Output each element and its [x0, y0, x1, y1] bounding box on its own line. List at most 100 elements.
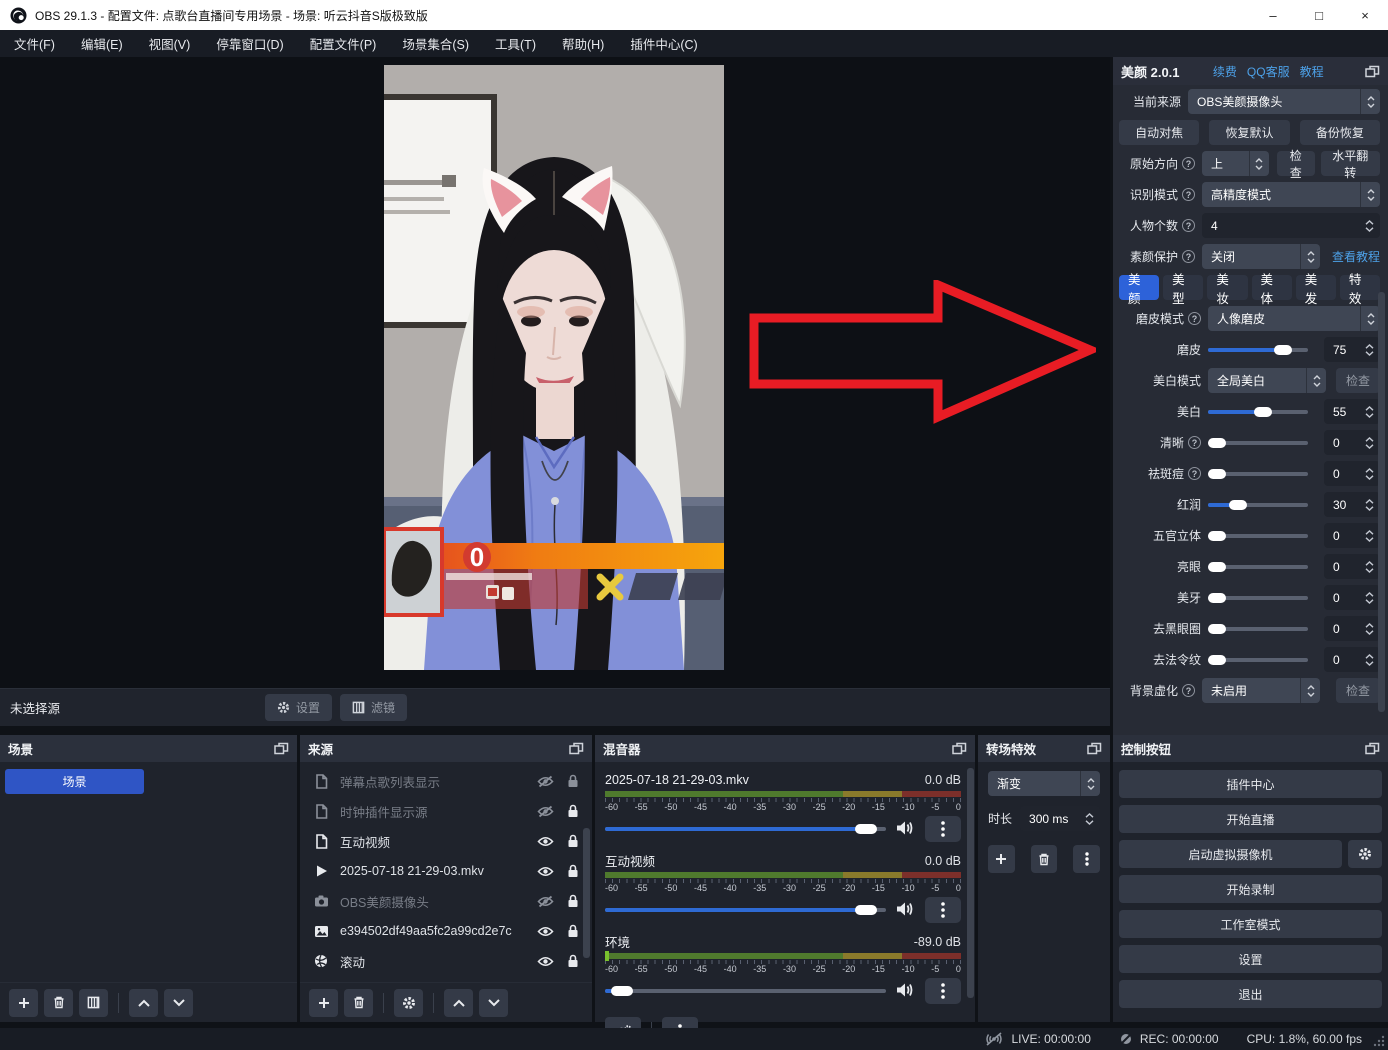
scene-filters-button[interactable]: [79, 989, 108, 1017]
lock-icon[interactable]: [564, 774, 582, 788]
bright-eyes-slider[interactable]: [1208, 560, 1308, 574]
people-count-spinbox[interactable]: 4: [1202, 213, 1380, 238]
bg-blur-check-button[interactable]: 检查: [1336, 678, 1380, 703]
lock-icon[interactable]: [564, 804, 582, 818]
contour-value-spinbox[interactable]: 0: [1324, 523, 1380, 548]
help-icon[interactable]: ?: [1182, 684, 1195, 697]
mixer-channel-menu-button[interactable]: [925, 816, 961, 842]
blemish-value-spinbox[interactable]: 0: [1324, 461, 1380, 486]
eye-icon[interactable]: [536, 835, 554, 848]
nasolabial-slider[interactable]: [1208, 653, 1308, 667]
help-icon[interactable]: ?: [1182, 188, 1195, 201]
smooth-mode-dropdown[interactable]: 人像磨皮: [1208, 306, 1380, 331]
popout-icon[interactable]: [1087, 742, 1102, 755]
start-streaming-button[interactable]: 开始直播: [1119, 805, 1382, 833]
eye-slash-icon[interactable]: [536, 805, 554, 818]
source-filters-button[interactable]: 滤镜: [340, 694, 407, 721]
source-row[interactable]: OBS美颜摄像头: [300, 886, 592, 916]
speaker-icon[interactable]: [896, 982, 915, 1001]
remove-scene-button[interactable]: [44, 989, 73, 1017]
lock-icon[interactable]: [564, 864, 582, 878]
menu-plugin-center[interactable]: 插件中心(C): [630, 34, 697, 53]
clarity-value-spinbox[interactable]: 0: [1324, 430, 1380, 455]
backup-restore-button[interactable]: 备份恢复: [1300, 120, 1380, 145]
tab-beauty[interactable]: 美颜: [1119, 275, 1159, 300]
current-source-dropdown[interactable]: OBS美颜摄像头: [1188, 89, 1380, 114]
help-icon[interactable]: ?: [1182, 219, 1195, 232]
volume-slider[interactable]: [605, 822, 886, 836]
chevron-updown-icon[interactable]: [1362, 220, 1380, 232]
popout-icon[interactable]: [569, 742, 584, 755]
speaker-icon[interactable]: [896, 820, 915, 839]
menu-tools[interactable]: 工具(T): [495, 34, 536, 53]
detect-mode-dropdown[interactable]: 高精度模式: [1202, 182, 1380, 207]
mixer-scrollbar[interactable]: [967, 768, 974, 998]
blemish-slider[interactable]: [1208, 467, 1308, 481]
whiten-check-button[interactable]: 检查: [1336, 368, 1380, 393]
studio-mode-button[interactable]: 工作室模式: [1119, 910, 1382, 938]
source-properties-toolbar-button[interactable]: [394, 989, 423, 1017]
source-row[interactable]: 时钟插件显示源: [300, 796, 592, 826]
help-icon[interactable]: ?: [1188, 436, 1201, 449]
lock-icon[interactable]: [564, 954, 582, 968]
popout-icon[interactable]: [952, 742, 967, 755]
tab-body[interactable]: 美体: [1252, 275, 1292, 300]
volume-slider[interactable]: [605, 903, 886, 917]
restore-default-button[interactable]: 恢复默认: [1209, 120, 1289, 145]
speaker-icon[interactable]: [896, 901, 915, 920]
menu-view[interactable]: 视图(V): [149, 34, 191, 53]
menu-file[interactable]: 文件(F): [14, 34, 55, 53]
volume-slider[interactable]: [605, 984, 886, 998]
dark-circles-slider[interactable]: [1208, 622, 1308, 636]
whiten-value-spinbox[interactable]: 55: [1324, 399, 1380, 424]
transition-menu-button[interactable]: [1073, 845, 1100, 873]
view-tutorial-link[interactable]: 查看教程: [1332, 248, 1380, 265]
mixer-channel-menu-button[interactable]: [925, 897, 961, 923]
contour-slider[interactable]: [1208, 529, 1308, 543]
menu-docks[interactable]: 停靠窗口(D): [216, 34, 283, 53]
tab-effects[interactable]: 特效: [1340, 275, 1380, 300]
clarity-slider[interactable]: [1208, 436, 1308, 450]
eye-slash-icon[interactable]: [536, 895, 554, 908]
makeup-protect-dropdown[interactable]: 关闭: [1202, 244, 1320, 269]
eye-icon[interactable]: [536, 865, 554, 878]
mixer-channel-menu-button[interactable]: [925, 978, 961, 1004]
flip-horizontal-button[interactable]: 水平翻转: [1321, 151, 1380, 176]
eye-icon[interactable]: [536, 955, 554, 968]
tab-face-shape[interactable]: 美型: [1163, 275, 1203, 300]
close-button[interactable]: ×: [1342, 0, 1388, 30]
smooth-slider[interactable]: [1208, 343, 1308, 357]
orientation-check-button[interactable]: 检查: [1277, 151, 1315, 176]
orientation-dropdown[interactable]: 上: [1202, 151, 1269, 176]
help-icon[interactable]: ?: [1188, 467, 1201, 480]
plugin-center-button[interactable]: 插件中心: [1119, 770, 1382, 798]
source-row[interactable]: 弹幕点歌列表显示: [300, 766, 592, 796]
source-row[interactable]: 互动视频: [300, 826, 592, 856]
source-row[interactable]: 滚动: [300, 946, 592, 976]
bg-blur-dropdown[interactable]: 未启用: [1202, 678, 1320, 703]
exit-button[interactable]: 退出: [1119, 980, 1382, 1008]
move-source-down-button[interactable]: [479, 989, 508, 1017]
qq-support-link[interactable]: QQ客服: [1247, 63, 1290, 80]
menu-scene-collection[interactable]: 场景集合(S): [402, 34, 469, 53]
teeth-value-spinbox[interactable]: 0: [1324, 585, 1380, 610]
eye-icon[interactable]: [536, 925, 554, 938]
resize-grip[interactable]: [1373, 1035, 1385, 1047]
help-icon[interactable]: ?: [1182, 250, 1195, 263]
menu-edit[interactable]: 编辑(E): [81, 34, 123, 53]
settings-button[interactable]: 设置: [1119, 945, 1382, 973]
dark-circles-value-spinbox[interactable]: 0: [1324, 616, 1380, 641]
bright-eyes-value-spinbox[interactable]: 0: [1324, 554, 1380, 579]
tab-makeup[interactable]: 美妆: [1207, 275, 1247, 300]
tutorial-link[interactable]: 教程: [1300, 63, 1324, 80]
source-properties-button[interactable]: 设置: [265, 694, 332, 721]
remove-transition-button[interactable]: [1031, 845, 1058, 873]
maximize-button[interactable]: □: [1296, 0, 1342, 30]
popout-icon[interactable]: [1365, 65, 1380, 78]
autofocus-button[interactable]: 自动对焦: [1119, 120, 1199, 145]
help-icon[interactable]: ?: [1182, 157, 1195, 170]
teeth-slider[interactable]: [1208, 591, 1308, 605]
rosy-value-spinbox[interactable]: 30: [1324, 492, 1380, 517]
start-virtual-camera-button[interactable]: 启动虚拟摄像机: [1119, 840, 1342, 868]
source-row[interactable]: e394502df49aa5fc2a99cd2e7c: [300, 916, 592, 946]
